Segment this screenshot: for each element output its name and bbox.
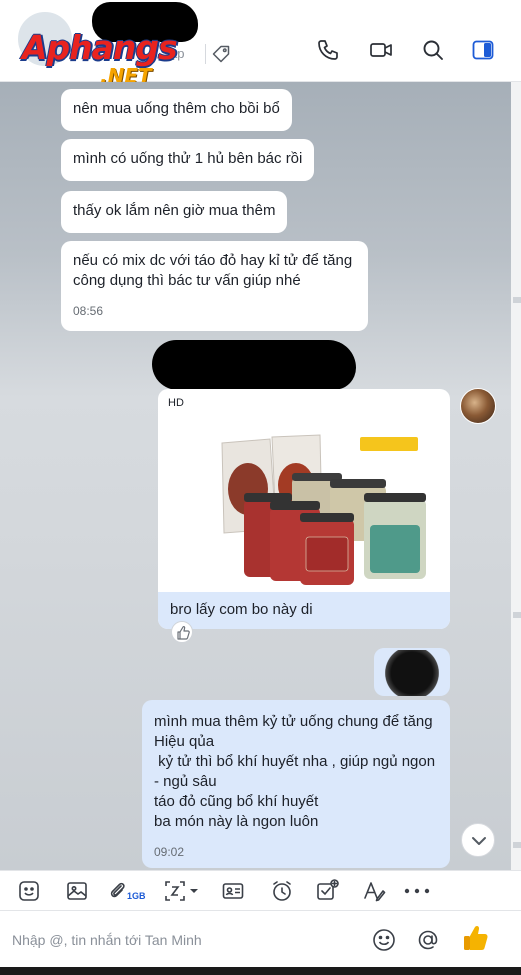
message-timestamp: 08:56 (73, 304, 104, 318)
sender-avatar[interactable] (460, 388, 496, 424)
sender-name-redacted (152, 340, 356, 390)
more-icon[interactable] (403, 879, 431, 903)
message-text-line: ba món này là ngon luôn (154, 813, 319, 830)
redacted-sticker-message[interactable] (374, 648, 450, 696)
window-bottom-edge (0, 967, 521, 975)
sidebar-toggle-icon[interactable] (471, 38, 495, 62)
received-message[interactable]: mình có uống thử 1 hủ bên bác rồi (61, 139, 315, 181)
tag-icon[interactable] (211, 44, 231, 64)
image-caption: bro lấy com bo này di (158, 592, 450, 629)
product-photo[interactable] (214, 429, 434, 589)
reaction-button[interactable] (171, 621, 193, 643)
message-text-line: táo đỏ cũng bổ khí huyết (154, 793, 319, 810)
message-text-line: - ngủ sâu (154, 773, 217, 790)
message-text-line: Hiệu qủa (154, 733, 215, 750)
message-text: mình có uống thử 1 hủ bên bác rồi (73, 150, 303, 167)
screenshot-icon[interactable] (163, 879, 199, 903)
emoji-icon[interactable] (371, 927, 397, 953)
composer-toolbar: 1GB (0, 870, 521, 910)
scrollbar-track[interactable] (511, 82, 521, 870)
search-icon[interactable] (421, 38, 445, 62)
phone-icon[interactable] (316, 38, 340, 62)
watermark-brand: Aphangs (22, 28, 178, 67)
sent-message[interactable]: mình mua thêm kỷ tử uống chung để tăng H… (142, 700, 450, 868)
received-message[interactable]: nên mua uống thêm cho bồi bổ (61, 89, 292, 131)
message-text-line: công dụng thì bác tư vấn giúp nhé (73, 272, 301, 289)
contact-card-icon[interactable] (221, 879, 245, 903)
chat-header: ập Aphangs .NET (0, 0, 521, 88)
message-text: nên mua uống thêm cho bồi bổ (73, 100, 280, 117)
received-message[interactable]: thấy ok lắm nên giờ mua thêm (61, 191, 288, 233)
received-message[interactable]: nếu có mix dc với táo đỏ hay kỉ tử để tă… (61, 241, 368, 331)
message-text-line: mình mua thêm kỷ tử uống chung để tăng (154, 713, 433, 730)
scroll-to-bottom-button[interactable] (461, 823, 495, 857)
header-divider (205, 44, 206, 64)
message-input[interactable] (12, 929, 352, 951)
message-text: thấy ok lắm nên giờ mua thêm (73, 202, 276, 219)
message-timestamp: 09:02 (154, 845, 185, 859)
image-message[interactable]: HD bro lấy com bo này di (158, 389, 450, 629)
message-list[interactable]: nên mua uống thêm cho bồi bổ mình có uốn… (0, 82, 511, 870)
mention-icon[interactable] (415, 927, 441, 953)
sticker-icon[interactable] (17, 879, 41, 903)
quick-like-icon[interactable] (461, 923, 489, 953)
thumbs-up-icon (177, 626, 190, 640)
file-size-limit-label: 1GB (127, 891, 146, 901)
text-format-icon[interactable] (362, 879, 386, 903)
message-composer (0, 910, 521, 967)
image-icon[interactable] (65, 879, 89, 903)
message-text-line: kỷ tử thì bổ khí huyết nha , giúp ngủ ng… (154, 753, 436, 770)
message-text-line: nếu có mix dc với táo đỏ hay kỉ tử để tă… (73, 252, 353, 269)
redaction-mark (382, 650, 442, 696)
task-check-icon[interactable] (315, 879, 339, 903)
video-call-icon[interactable] (369, 38, 393, 62)
hd-badge: HD (168, 397, 184, 409)
chevron-down-icon (472, 837, 486, 845)
reminder-clock-icon[interactable] (270, 879, 294, 903)
